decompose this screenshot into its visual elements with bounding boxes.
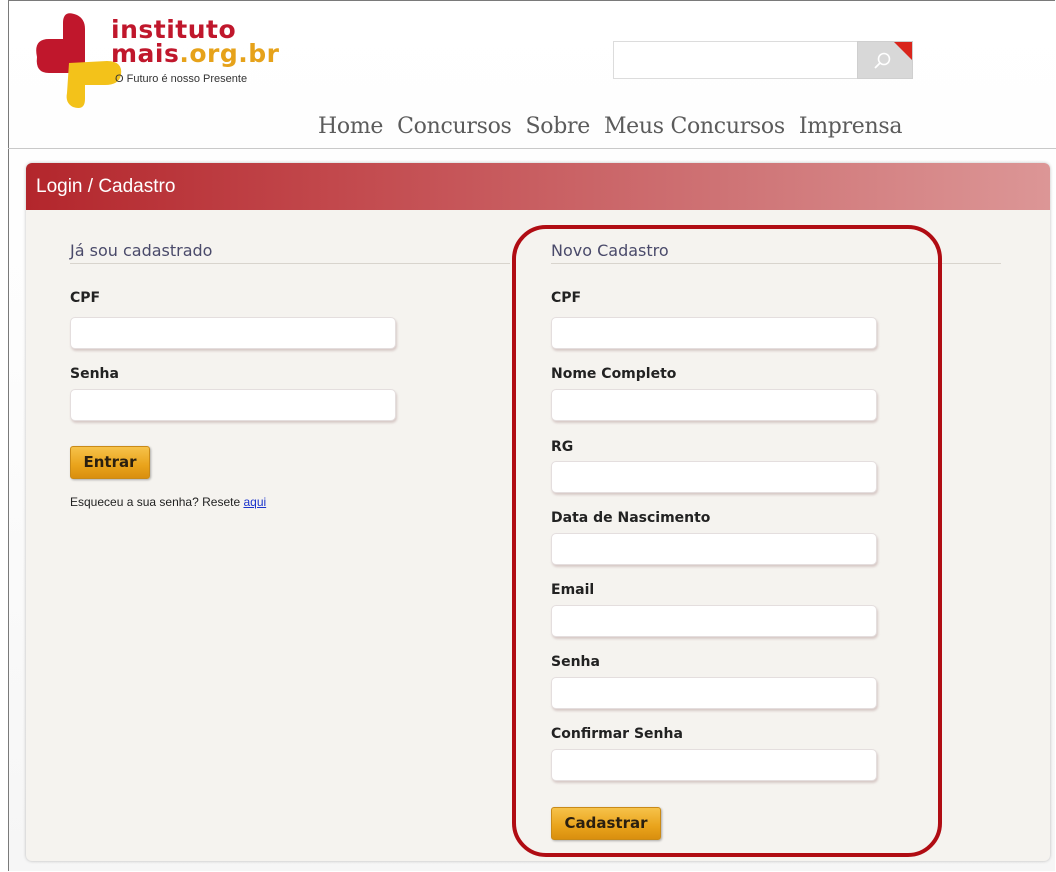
- search-corner-accent: [894, 42, 912, 60]
- logo-wordmark-mais: mais: [111, 39, 180, 68]
- nav-home[interactable]: Home: [318, 114, 383, 139]
- register-email-label: Email: [551, 582, 595, 598]
- register-confirmar-input[interactable]: [551, 749, 877, 781]
- register-senha-label: Senha: [551, 654, 600, 670]
- register-senha-input[interactable]: [551, 677, 877, 709]
- logo-wordmark-domain: .org.br: [179, 39, 280, 68]
- register-email-input[interactable]: [551, 605, 877, 637]
- nav-sobre[interactable]: Sobre: [526, 114, 591, 139]
- reset-password-link[interactable]: aqui: [243, 495, 266, 509]
- nav-concursos[interactable]: Concursos: [397, 114, 512, 139]
- cadastrar-button[interactable]: Cadastrar: [551, 807, 661, 840]
- panel-title: Login / Cadastro: [26, 163, 1050, 210]
- logo-wordmark-line2: mais.org.br: [111, 41, 280, 67]
- search-input[interactable]: [613, 41, 857, 79]
- main-nav: Home Concursos Sobre Meus Concursos Impr…: [318, 114, 916, 139]
- register-rg-input[interactable]: [551, 461, 877, 493]
- login-heading: Já sou cadastrado: [70, 241, 213, 260]
- header-divider: [8, 148, 1056, 149]
- register-cpf-input[interactable]: [551, 317, 877, 349]
- register-nome-input[interactable]: [551, 389, 877, 421]
- logo-tagline: O Futuro é nosso Presente: [115, 73, 248, 85]
- nav-imprensa[interactable]: Imprensa: [799, 114, 903, 139]
- register-nome-label: Nome Completo: [551, 366, 677, 382]
- register-nascimento-input[interactable]: [551, 533, 877, 565]
- site-logo[interactable]: instituto mais.org.br O Futuro é nosso P…: [29, 13, 279, 123]
- register-nascimento-label: Data de Nascimento: [551, 510, 711, 526]
- login-senha-input[interactable]: [70, 389, 396, 421]
- login-heading-rule: [70, 263, 510, 264]
- login-cpf-input[interactable]: [70, 317, 396, 349]
- search-icon: [874, 52, 891, 69]
- logo-wordmark-line1: instituto: [111, 15, 237, 44]
- search-button[interactable]: [857, 41, 913, 79]
- register-cpf-label: CPF: [551, 290, 582, 306]
- entrar-button[interactable]: Entrar: [70, 446, 150, 479]
- login-cpf-label: CPF: [70, 290, 101, 306]
- register-confirmar-label: Confirmar Senha: [551, 726, 683, 742]
- forgot-password-prompt: Esqueceu a sua senha? Resete: [70, 495, 244, 509]
- register-heading-rule: [551, 263, 1001, 264]
- register-rg-label: RG: [551, 439, 574, 455]
- login-register-panel: Login / Cadastro Já sou cadastrado CPF S…: [26, 163, 1050, 861]
- nav-meus-concursos[interactable]: Meus Concursos: [604, 114, 785, 139]
- register-heading: Novo Cadastro: [551, 241, 669, 260]
- forgot-password-text: Esqueceu a sua senha? Resete aqui: [70, 495, 266, 509]
- login-senha-label: Senha: [70, 366, 119, 382]
